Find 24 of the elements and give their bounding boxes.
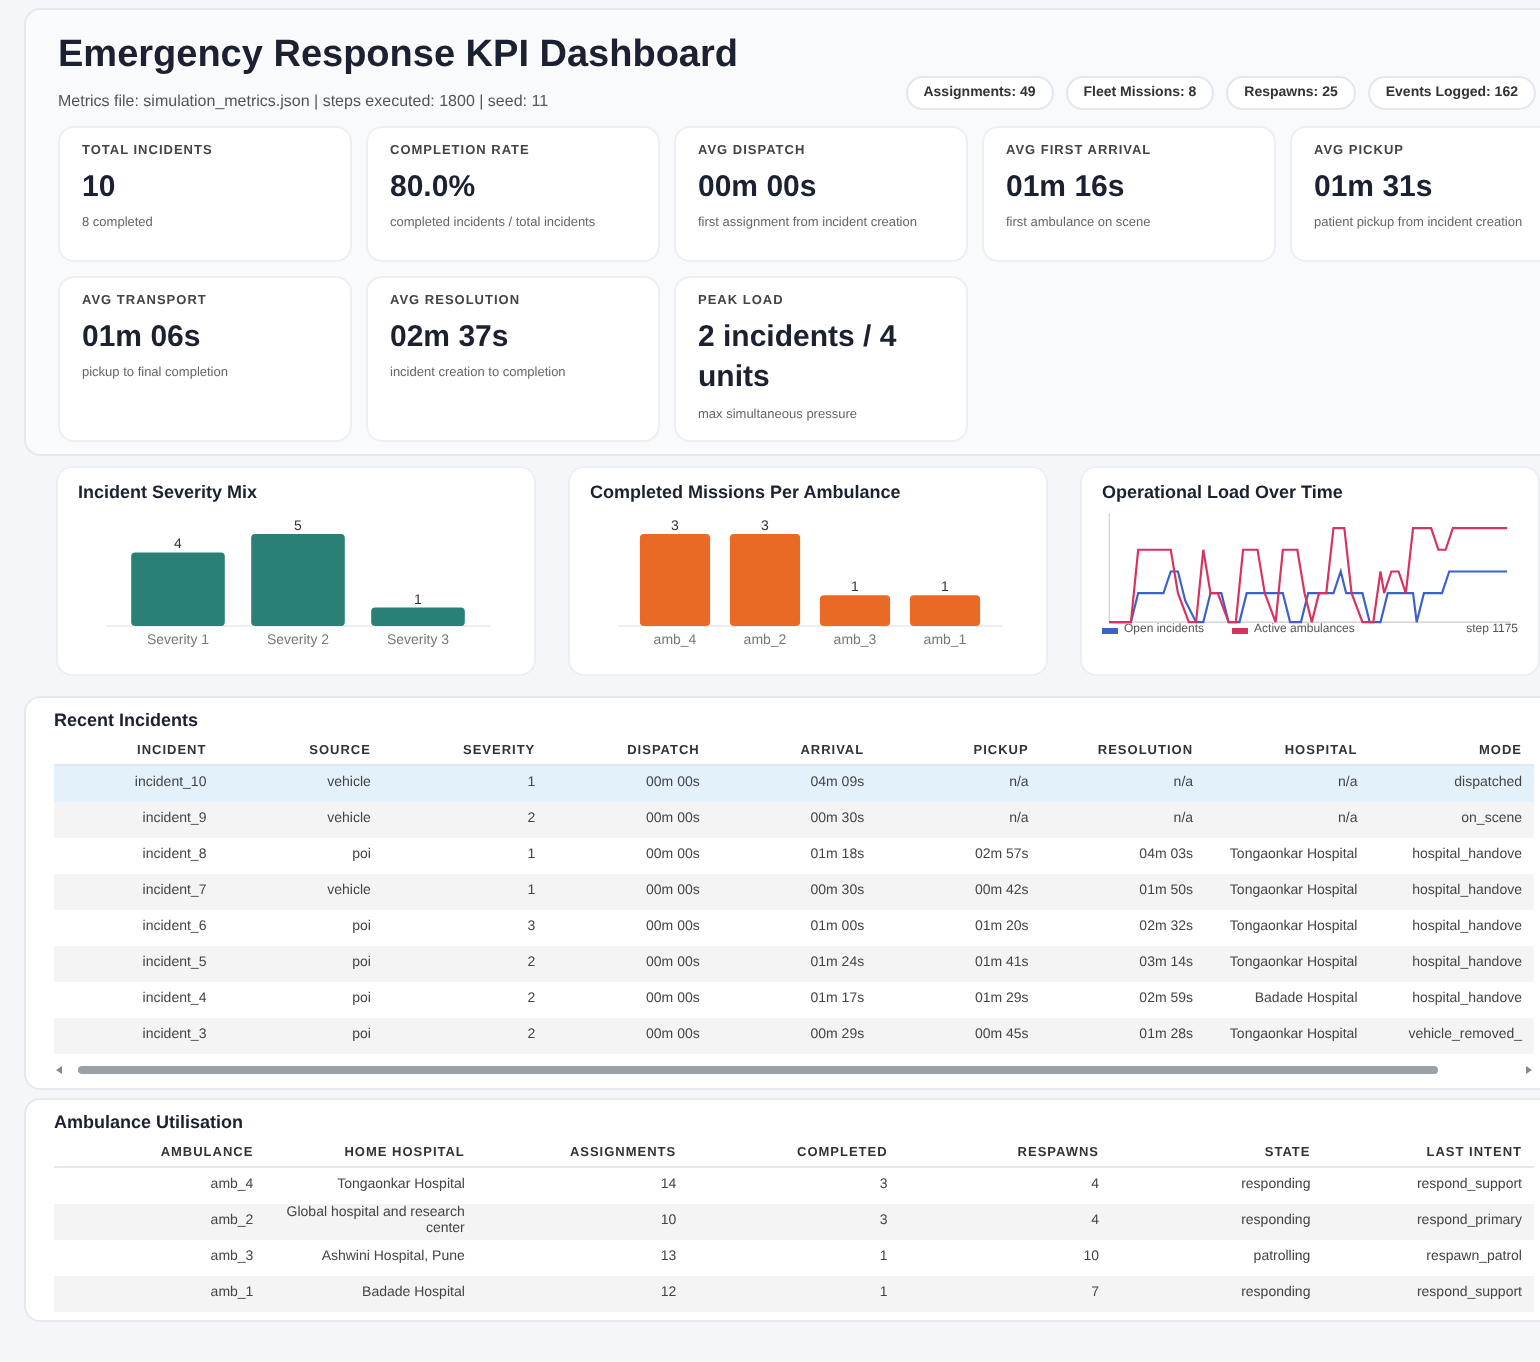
kpi-value: 01m 16s [1006, 168, 1127, 208]
kpi-value: 10 [82, 168, 118, 208]
bar [131, 552, 225, 626]
kpi-value: 01m 31s [1314, 168, 1435, 208]
metrics-subtitle: Metrics file: simulation_metrics.json | steps executed: 1800 | seed: 11 [58, 92, 551, 110]
scroll-left-icon[interactable] [54, 1063, 66, 1076]
bar [729, 533, 801, 626]
chart-title: Incident Severity Mix [78, 481, 260, 502]
chart-title: Operational Load Over Time [1102, 481, 1345, 502]
section-title: Ambulance Utilisation [54, 1111, 246, 1132]
scroll-right-icon[interactable] [1522, 1063, 1534, 1076]
kpi-value: 80.0% [390, 168, 478, 208]
section-title: Recent Incidents [54, 709, 201, 730]
bar [639, 533, 711, 626]
bar [251, 533, 345, 626]
bar [371, 607, 465, 626]
dashboard-title: Emergency Response KPI Dashboard [58, 34, 738, 78]
chart-title: Completed Missions Per Ambulance [590, 481, 903, 502]
kpi-value: 01m 06s [82, 318, 203, 358]
bar [819, 595, 891, 626]
bar [909, 595, 981, 626]
kpi-value: 2 incidents / 4 units [698, 318, 899, 399]
kpi-value: 00m 00s [698, 168, 819, 208]
kpi-value: 02m 37s [390, 318, 511, 358]
